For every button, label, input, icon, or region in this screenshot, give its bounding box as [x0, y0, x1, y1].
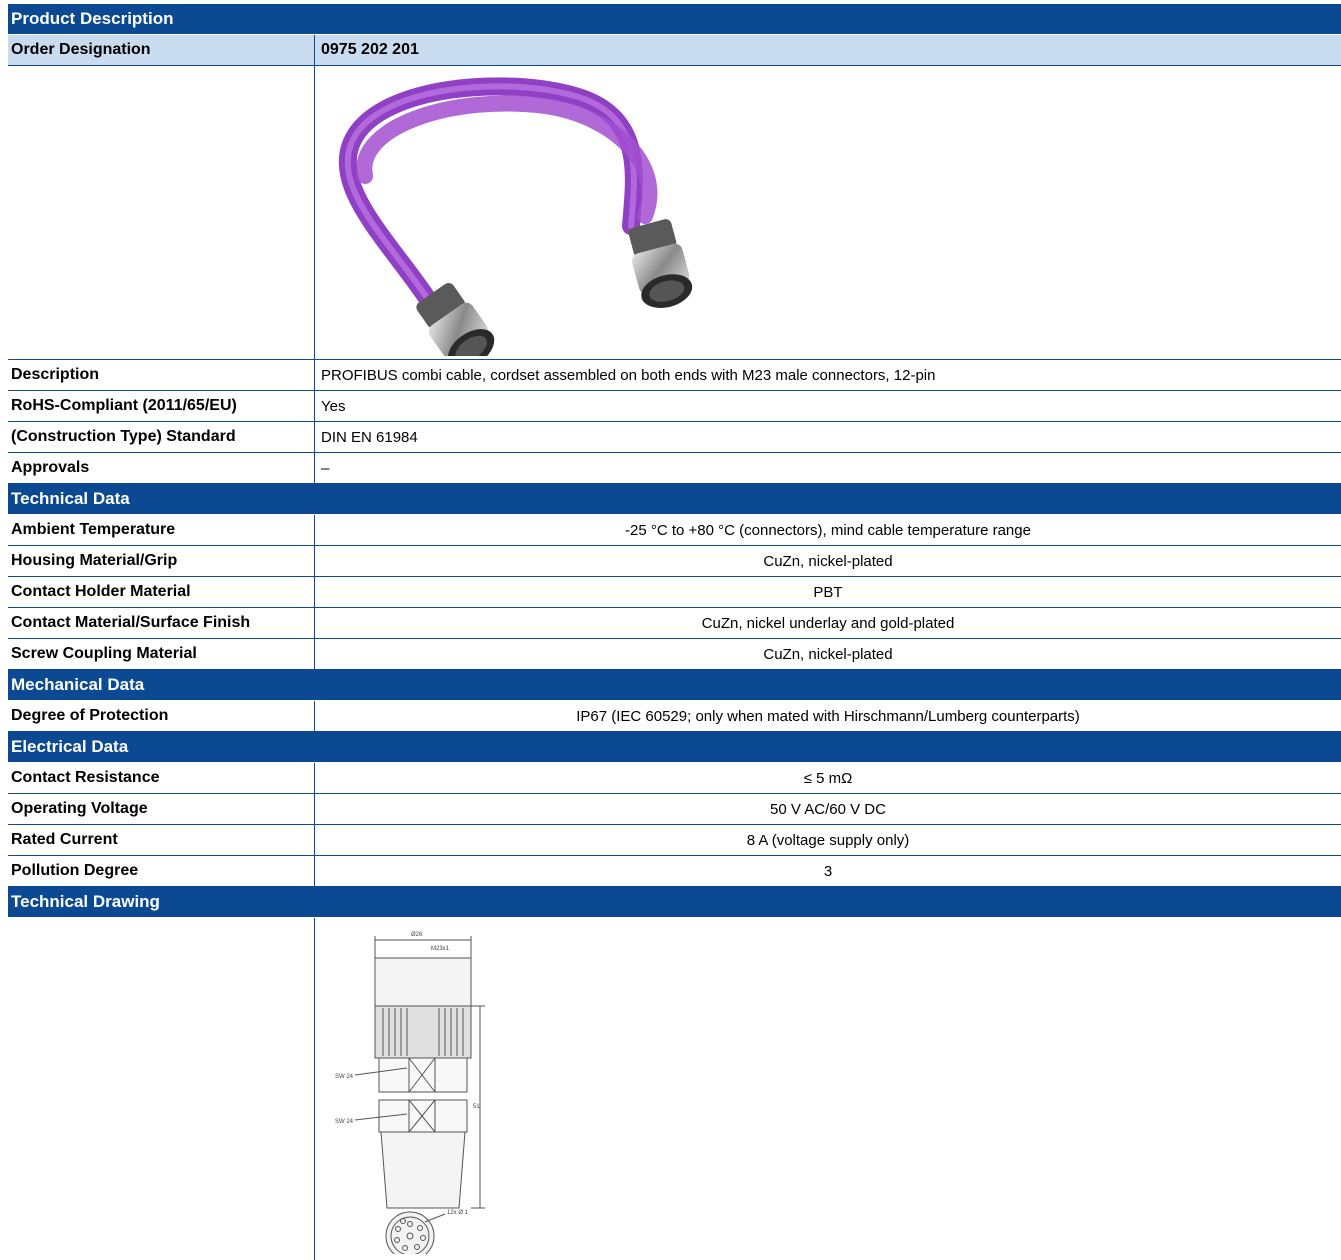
- row-label: Pollution Degree: [11, 862, 139, 879]
- order-value: 0975 202 201: [314, 35, 1341, 65]
- row-label: Degree of Protection: [11, 707, 169, 724]
- technical-drawing-cell: Ø26 M23x1 SW 24 SW 24 51 12x Ø 1: [314, 918, 1341, 1260]
- row-label: Housing Material/Grip: [11, 552, 178, 569]
- section-title: Mechanical Data: [11, 675, 145, 694]
- row-value: PBT: [314, 577, 1341, 607]
- row-label: Contact Resistance: [11, 769, 160, 786]
- description-rows: Description PROFIBUS combi cable, cordse…: [8, 360, 1341, 484]
- table-row: Screw Coupling Material CuZn, nickel-pla…: [8, 639, 1341, 670]
- row-label: Rated Current: [11, 831, 118, 848]
- row-value: –: [314, 453, 1341, 483]
- section-technical-drawing: Technical Drawing: [8, 887, 1341, 918]
- product-image-cell: [314, 66, 1341, 359]
- row-value: -25 °C to +80 °C (connectors), mind cabl…: [314, 515, 1341, 545]
- table-row: Pollution Degree 3: [8, 856, 1341, 887]
- drawing-dim-top: Ø26: [411, 932, 423, 938]
- drawing-pins: 12x Ø 1: [447, 1210, 469, 1216]
- row-label: (Construction Type) Standard: [11, 428, 236, 445]
- row-label: Description: [11, 366, 100, 383]
- row-label: Ambient Temperature: [11, 521, 176, 538]
- table-row: Ambient Temperature -25 °C to +80 °C (co…: [8, 515, 1341, 546]
- section-mechanical-data: Mechanical Data: [8, 670, 1341, 701]
- row-label: Operating Voltage: [11, 800, 148, 817]
- section-product-description: Product Description: [8, 4, 1341, 35]
- row-label: RoHS-Compliant (2011/65/EU): [11, 397, 237, 414]
- order-designation-row: Order Designation 0975 202 201: [8, 35, 1341, 66]
- row-value: 8 A (voltage supply only): [314, 825, 1341, 855]
- table-row: RoHS-Compliant (2011/65/EU) Yes: [8, 391, 1341, 422]
- row-value: IP67 (IEC 60529; only when mated with Hi…: [314, 701, 1341, 731]
- row-label: Approvals: [11, 459, 90, 476]
- table-row: Description PROFIBUS combi cable, cordse…: [8, 360, 1341, 391]
- order-label: Order Designation: [11, 41, 151, 58]
- product-image-row: [8, 66, 1341, 360]
- drawing-label-empty: [8, 918, 314, 1260]
- row-value: CuZn, nickel-plated: [314, 639, 1341, 669]
- table-row: Rated Current 8 A (voltage supply only): [8, 825, 1341, 856]
- table-row: Operating Voltage 50 V AC/60 V DC: [8, 794, 1341, 825]
- table-row: Housing Material/Grip CuZn, nickel-plate…: [8, 546, 1341, 577]
- row-value: Yes: [314, 391, 1341, 421]
- row-label: Contact Material/Surface Finish: [11, 614, 251, 631]
- technical-drawing-row: Ø26 M23x1 SW 24 SW 24 51 12x Ø 1: [8, 918, 1341, 1260]
- drawing-sw2: SW 24: [335, 1119, 354, 1125]
- row-value: PROFIBUS combi cable, cordset assembled …: [314, 360, 1341, 390]
- drawing-sw1: SW 24: [335, 1074, 354, 1080]
- row-value: 50 V AC/60 V DC: [314, 794, 1341, 824]
- drawing-thread: M23x1: [431, 946, 450, 952]
- section-title: Electrical Data: [11, 737, 129, 756]
- row-value: CuZn, nickel underlay and gold-plated: [314, 608, 1341, 638]
- row-value: DIN EN 61984: [314, 422, 1341, 452]
- connector-drawing-icon: Ø26 M23x1 SW 24 SW 24 51 12x Ø 1: [335, 932, 485, 1254]
- table-row: Contact Resistance ≤ 5 mΩ: [8, 763, 1341, 794]
- table-row: Degree of Protection IP67 (IEC 60529; on…: [8, 701, 1341, 732]
- row-value: CuZn, nickel-plated: [314, 546, 1341, 576]
- datasheet: Product Description Order Designation 09…: [8, 4, 1341, 1260]
- section-title: Technical Drawing: [11, 892, 160, 911]
- row-value: ≤ 5 mΩ: [314, 763, 1341, 793]
- table-row: Approvals –: [8, 453, 1341, 484]
- row-label: Screw Coupling Material: [11, 645, 197, 662]
- table-row: (Construction Type) Standard DIN EN 6198…: [8, 422, 1341, 453]
- table-row: Contact Material/Surface Finish CuZn, ni…: [8, 608, 1341, 639]
- cable-photo-icon: [338, 77, 693, 356]
- section-electrical-data: Electrical Data: [8, 732, 1341, 763]
- section-technical-data: Technical Data: [8, 484, 1341, 515]
- section-title: Product Description: [11, 9, 174, 28]
- drawing-length: 51: [473, 1104, 480, 1110]
- row-value: 3: [314, 856, 1341, 886]
- section-title: Technical Data: [11, 489, 130, 508]
- image-label-empty: [8, 66, 314, 359]
- table-row: Contact Holder Material PBT: [8, 577, 1341, 608]
- row-label: Contact Holder Material: [11, 583, 191, 600]
